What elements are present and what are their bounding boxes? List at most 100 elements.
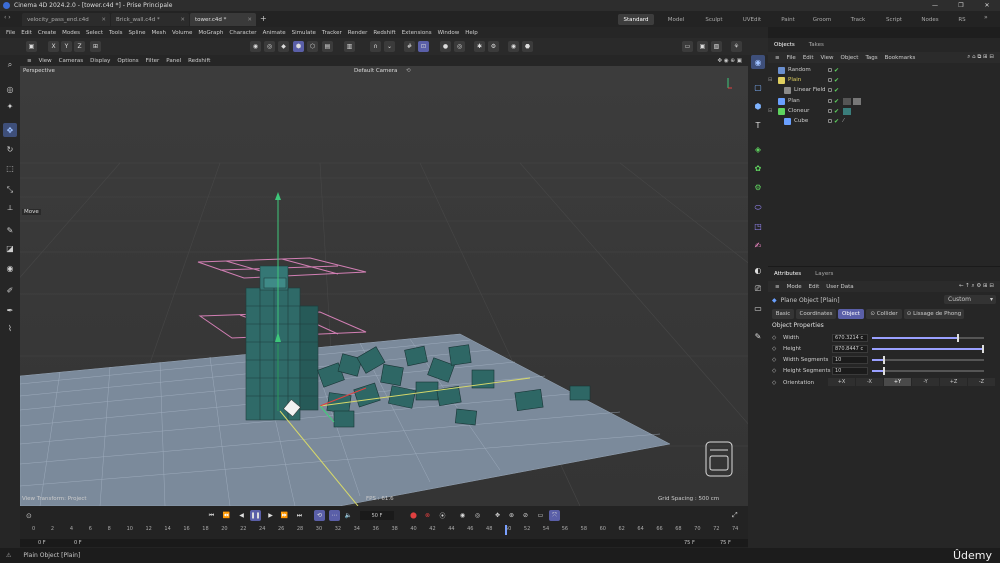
attributes-nav-icons[interactable]: ← ↑ ⌕ ⚙ ⊞ ⊟ [959,283,994,290]
object-row-plain[interactable]: ⊟ Plain ✔ [768,75,1000,85]
viewport-menu-icon[interactable]: ≡ [27,58,32,64]
redshift-icon[interactable]: ⚘ [731,41,742,52]
range-start2-label[interactable]: 0 F [74,540,82,546]
camera-icon[interactable]: ⎚ [751,282,765,296]
layout-script[interactable]: Script [878,14,910,25]
menu-file[interactable]: File [6,30,15,36]
width-segments-slider[interactable] [872,356,984,364]
objects-menu-icon[interactable]: ≡ [775,55,780,61]
range-end2-label[interactable]: 75 F [720,540,731,546]
subtab-coordinates[interactable]: Coordinates [796,309,836,319]
knife-icon[interactable]: ✎ [3,223,17,237]
material-tag-icon[interactable] [843,97,852,105]
primitive-cube-icon[interactable]: ⬢ [751,99,765,113]
settings-icon[interactable]: ⚙ [488,41,499,52]
add-tab-icon[interactable]: + [260,14,267,23]
obj-menu-edit[interactable]: Edit [803,55,814,61]
preset-dropdown[interactable]: Custom ▾ [944,295,996,304]
menu-spline[interactable]: Spline [129,30,146,36]
obj-menu-view[interactable]: View [820,55,833,61]
phong-tag-icon[interactable]: ⁄ [843,118,844,124]
subtab-collider[interactable]: ⊙ Collider [866,309,902,319]
cube-icon[interactable]: ▢ [751,80,765,94]
range-start-label[interactable]: 0 F [38,540,46,546]
select-icon[interactable]: ◎ [3,82,17,96]
keyframe-dot-icon[interactable]: ◇ [772,380,776,386]
objects-toolbar-icons[interactable]: ⌕ ⌂ ⧉ ⊞ ⊟ [967,54,994,61]
vp-menu-redshift[interactable]: Redshift [188,58,210,64]
polygons-mode-icon[interactable]: ▤ [322,41,333,52]
axis-y-icon[interactable]: Y [61,41,72,52]
spline-icon[interactable]: ✍ [751,238,765,252]
tab-layers[interactable]: Layers [815,271,833,277]
render-settings-icon[interactable]: ▭ [682,41,693,52]
object-row-plan[interactable]: Plan ✔ [768,96,1000,106]
orientation-minus-x[interactable]: -X [856,378,883,386]
menu-simulate[interactable]: Simulate [292,30,316,36]
viewport-nav-icons[interactable]: ✥ ◉ ⊕ ▣ [718,58,742,64]
tab-objects[interactable]: Objects [774,42,795,48]
object-row-cloneur[interactable]: ⊟ Cloneur ✔ [768,106,1000,116]
object-mode-icon[interactable]: ⬢ [293,41,304,52]
attr-menu-mode[interactable]: Mode [787,284,802,290]
enabled-check-icon[interactable]: ✔ [834,108,839,115]
object-row-linear-field[interactable]: Linear Field ✔ [768,85,1000,95]
vp-menu-panel[interactable]: Panel [166,58,181,64]
menu-tracker[interactable]: Tracker [322,30,342,36]
field-icon[interactable]: ◳ [751,219,765,233]
effector-icon[interactable]: ⚙ [751,180,765,194]
fill-icon[interactable]: ◪ [3,241,17,255]
height-slider[interactable] [872,345,984,353]
light-icon[interactable]: ◐ [751,263,765,277]
transform-icon[interactable]: ⤡ [3,183,17,197]
maximize-button[interactable]: ❐ [948,0,974,11]
more-layouts-icon[interactable]: » [984,14,988,21]
range-end-label[interactable]: 75 F [684,540,695,546]
keyframe-dot-icon[interactable]: ◇ [772,368,776,374]
obj-menu-bookmarks[interactable]: Bookmarks [885,55,916,61]
layout-standard[interactable]: Standard [618,14,654,25]
width-segments-input[interactable]: 10 [832,356,868,364]
keyframe-dot-icon[interactable]: ◇ [772,357,776,363]
vp-menu-cameras[interactable]: Cameras [59,58,83,64]
slider-knob[interactable] [883,367,886,375]
object-row-cube[interactable]: Cube ✔ ⁄ [768,116,1000,126]
axis-icon[interactable]: ⟂ [3,201,17,215]
points-mode-icon[interactable]: ◆ [278,41,289,52]
orientation-minus-y[interactable]: -Y [912,378,939,386]
attr-menu-edit[interactable]: Edit [809,284,820,290]
snap-icon[interactable]: ∩ [370,41,381,52]
brush-icon[interactable]: ✐ [3,283,17,297]
grid-icon[interactable]: # [404,41,415,52]
pen-icon[interactable]: ✒ [3,303,17,317]
keyframe-dot-icon[interactable]: ◇ [772,346,776,352]
snap-settings-icon[interactable]: ⌄ [384,41,395,52]
scale-icon[interactable]: ⬚ [3,161,17,175]
text-icon[interactable]: T [751,118,765,132]
enabled-check-icon[interactable]: ✔ [834,118,839,125]
generator-icon[interactable]: ◈ [751,142,765,156]
vp-menu-view[interactable]: View [39,58,52,64]
height-segments-input[interactable]: 10 [832,367,868,375]
menu-animate[interactable]: Animate [263,30,286,36]
edges-mode-icon[interactable]: ⬡ [307,41,318,52]
undo-icon[interactable]: ▣ [26,41,37,52]
tab-attributes[interactable]: Attributes [774,271,801,277]
enabled-check-icon[interactable]: ✔ [834,67,839,74]
menu-create[interactable]: Create [38,30,56,36]
floor-icon[interactable]: ▭ [751,301,765,315]
axis-z-icon[interactable]: Z [74,41,85,52]
texture-mode-icon[interactable]: ◎ [264,41,275,52]
menu-modes[interactable]: Modes [62,30,80,36]
layout-rs[interactable]: RS [950,14,974,25]
solo-icon[interactable]: ◎ [454,41,465,52]
object-manager-icon[interactable]: ◉ [751,55,765,69]
layout-track[interactable]: Track [842,14,874,25]
layout-sculpt[interactable]: Sculpt [698,14,730,25]
vp-menu-display[interactable]: Display [90,58,110,64]
width-input[interactable]: 670.3214 c [832,334,868,342]
height-input[interactable]: 870.8447 c [832,345,868,353]
tab-tower[interactable]: tower.c4d * ✕ [190,13,256,26]
viewport-scene[interactable] [20,66,748,506]
layout-nodes[interactable]: Nodes [914,14,946,25]
